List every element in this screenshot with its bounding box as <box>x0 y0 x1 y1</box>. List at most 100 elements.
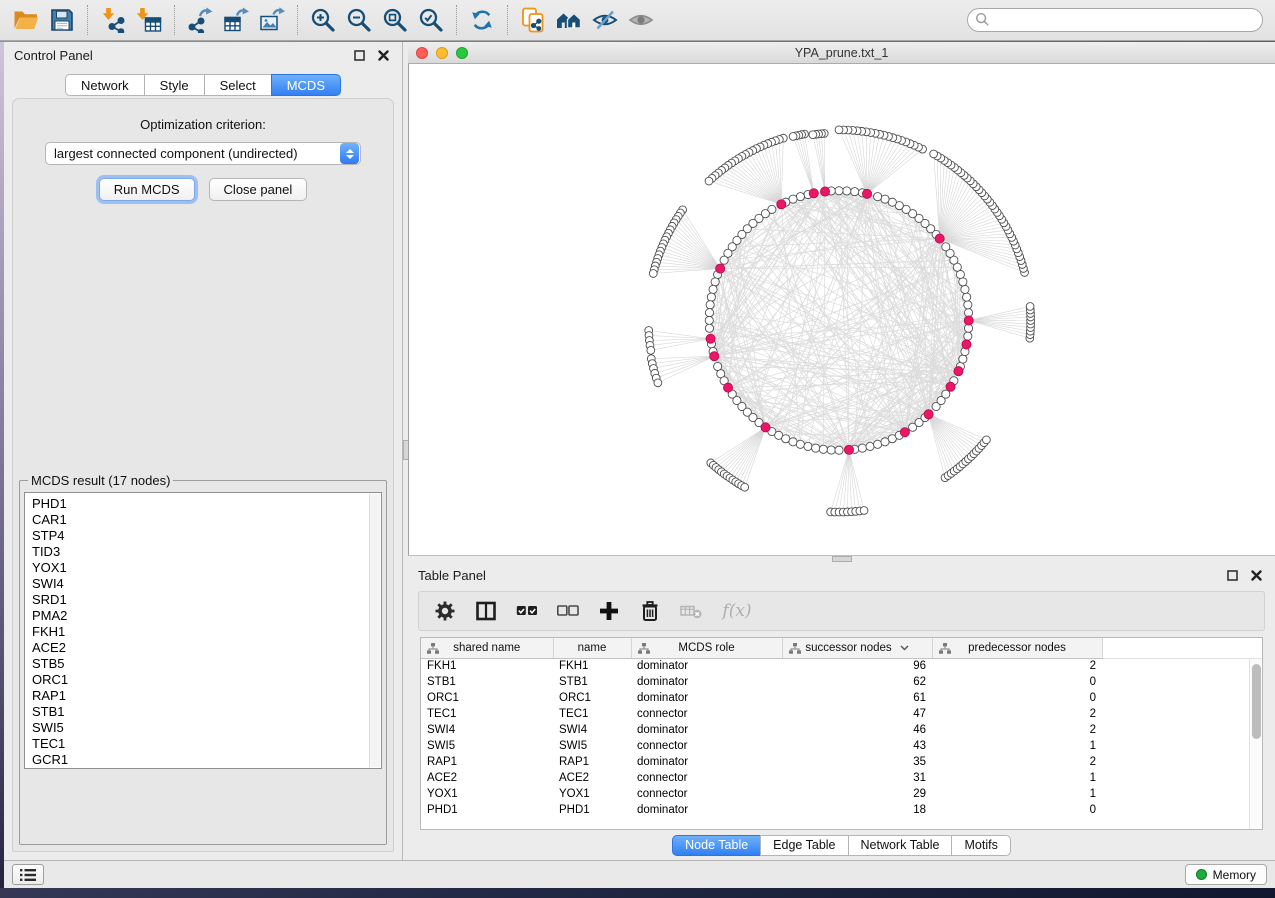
save-session-button[interactable] <box>44 2 80 38</box>
task-history-button[interactable] <box>12 864 44 885</box>
cell-name[interactable]: PHD1 <box>553 802 631 818</box>
mcds-result-item[interactable]: ORC1 <box>32 672 381 688</box>
cell-name[interactable]: FKH1 <box>553 658 631 674</box>
cell-name[interactable]: YOX1 <box>553 786 631 802</box>
column-header-shared-name[interactable]: shared name <box>421 638 553 658</box>
mcds-result-item[interactable]: SWI5 <box>32 720 381 736</box>
cell-mcds-role[interactable]: dominator <box>631 690 782 706</box>
cell-predecessor-nodes[interactable]: 2 <box>932 754 1102 770</box>
mcds-result-item[interactable]: PHD1 <box>32 496 381 512</box>
table-row[interactable]: SWI4SWI4dominator462 <box>421 722 1262 738</box>
cell-shared-name[interactable]: RAP1 <box>421 754 553 770</box>
close-window-icon[interactable] <box>416 47 428 59</box>
zoom-out-button[interactable] <box>341 2 377 38</box>
delete-columns-button[interactable] <box>638 599 662 623</box>
column-header-predecessor-nodes[interactable]: predecessor nodes <box>932 638 1102 658</box>
network-hub-node[interactable] <box>716 264 725 273</box>
cell-successor-nodes[interactable]: 18 <box>782 802 932 818</box>
import-table-from-file-button[interactable] <box>131 2 167 38</box>
cell-shared-name[interactable]: ACE2 <box>421 770 553 786</box>
table-row[interactable]: YOX1YOX1connector291 <box>421 786 1262 802</box>
table-scrollbar-thumb[interactable] <box>1252 664 1261 739</box>
cell-name[interactable]: STB1 <box>553 674 631 690</box>
cell-predecessor-nodes[interactable]: 0 <box>932 690 1102 706</box>
import-network-from-file-button[interactable] <box>95 2 131 38</box>
cell-successor-nodes[interactable]: 61 <box>782 690 932 706</box>
network-hub-node[interactable] <box>954 367 963 376</box>
cell-predecessor-nodes[interactable]: 1 <box>932 738 1102 754</box>
mcds-result-item[interactable]: STP4 <box>32 528 381 544</box>
mcds-result-item[interactable]: SRD1 <box>32 592 381 608</box>
cell-predecessor-nodes[interactable]: 2 <box>932 722 1102 738</box>
tab-network[interactable]: Network <box>65 74 144 96</box>
zoom-selected-button[interactable] <box>413 2 449 38</box>
cell-shared-name[interactable]: SWI4 <box>421 722 553 738</box>
mcds-result-item[interactable]: GCR1 <box>32 752 381 768</box>
select-all-rows-button[interactable] <box>515 599 539 623</box>
network-canvas[interactable] <box>408 64 1275 556</box>
zoom-in-button[interactable] <box>305 2 341 38</box>
table-row[interactable]: RAP1RAP1dominator352 <box>421 754 1262 770</box>
network-hub-node[interactable] <box>935 234 944 243</box>
cell-mcds-role[interactable]: connector <box>631 770 782 786</box>
mcds-result-item[interactable]: STB1 <box>32 704 381 720</box>
cell-successor-nodes[interactable]: 29 <box>782 786 932 802</box>
mcds-result-item[interactable]: STB5 <box>32 656 381 672</box>
cell-mcds-role[interactable]: dominator <box>631 674 782 690</box>
cell-successor-nodes[interactable]: 96 <box>782 658 932 674</box>
cell-shared-name[interactable]: TEC1 <box>421 706 553 722</box>
network-hub-node[interactable] <box>761 423 770 432</box>
optimization-criterion-select[interactable]: largest connected component (undirected) <box>45 142 361 165</box>
network-hub-node[interactable] <box>809 189 818 198</box>
mcds-list-scrollbar[interactable] <box>369 494 380 767</box>
cell-mcds-role[interactable]: dominator <box>631 658 782 674</box>
network-hub-node[interactable] <box>964 316 973 325</box>
tab-edge-table[interactable]: Edge Table <box>760 835 847 856</box>
table-mode-button[interactable] <box>474 599 498 623</box>
table-settings-button[interactable] <box>433 599 457 623</box>
mcds-result-item[interactable]: YOX1 <box>32 560 381 576</box>
close-panel-button[interactable]: Close panel <box>209 178 308 201</box>
export-table-button[interactable] <box>218 2 254 38</box>
hide-selected-button[interactable] <box>587 2 623 38</box>
network-hub-node[interactable] <box>820 187 829 196</box>
cell-successor-nodes[interactable]: 46 <box>782 722 932 738</box>
table-row[interactable]: STB1STB1dominator620 <box>421 674 1262 690</box>
close-panel-icon[interactable] <box>374 47 392 63</box>
mcds-result-item[interactable]: CAR1 <box>32 512 381 528</box>
cell-mcds-role[interactable]: connector <box>631 786 782 802</box>
network-hub-node[interactable] <box>777 200 786 209</box>
network-hub-node[interactable] <box>962 340 971 349</box>
memory-button[interactable]: Memory <box>1185 864 1267 885</box>
cell-successor-nodes[interactable]: 43 <box>782 738 932 754</box>
mcds-result-item[interactable]: TEC1 <box>32 736 381 752</box>
run-mcds-button[interactable]: Run MCDS <box>99 178 195 201</box>
close-table-panel-icon[interactable] <box>1247 567 1265 583</box>
table-row[interactable]: FKH1FKH1dominator962 <box>421 658 1262 674</box>
tab-style[interactable]: Style <box>144 74 204 96</box>
cell-shared-name[interactable]: ORC1 <box>421 690 553 706</box>
cell-predecessor-nodes[interactable]: 2 <box>932 706 1102 722</box>
cell-predecessor-nodes[interactable]: 1 <box>932 770 1102 786</box>
network-hub-node[interactable] <box>924 410 933 419</box>
cell-name[interactable]: ACE2 <box>553 770 631 786</box>
cell-predecessor-nodes[interactable]: 2 <box>932 658 1102 674</box>
cell-name[interactable]: SWI4 <box>553 722 631 738</box>
tab-motifs[interactable]: Motifs <box>951 835 1010 856</box>
cell-mcds-role[interactable]: dominator <box>631 722 782 738</box>
cell-shared-name[interactable]: PHD1 <box>421 802 553 818</box>
cell-successor-nodes[interactable]: 31 <box>782 770 932 786</box>
tab-select[interactable]: Select <box>204 74 271 96</box>
float-panel-icon[interactable] <box>350 47 368 63</box>
network-hub-node[interactable] <box>900 428 909 437</box>
tab-network-table[interactable]: Network Table <box>848 835 952 856</box>
table-scrollbar[interactable] <box>1249 659 1262 829</box>
cell-shared-name[interactable]: FKH1 <box>421 658 553 674</box>
cell-predecessor-nodes[interactable]: 0 <box>932 802 1102 818</box>
cell-successor-nodes[interactable]: 47 <box>782 706 932 722</box>
network-hub-node[interactable] <box>862 189 871 198</box>
cell-mcds-role[interactable]: dominator <box>631 754 782 770</box>
cell-predecessor-nodes[interactable]: 0 <box>932 674 1102 690</box>
table-row[interactable]: TEC1TEC1connector472 <box>421 706 1262 722</box>
table-row[interactable]: ORC1ORC1dominator610 <box>421 690 1262 706</box>
